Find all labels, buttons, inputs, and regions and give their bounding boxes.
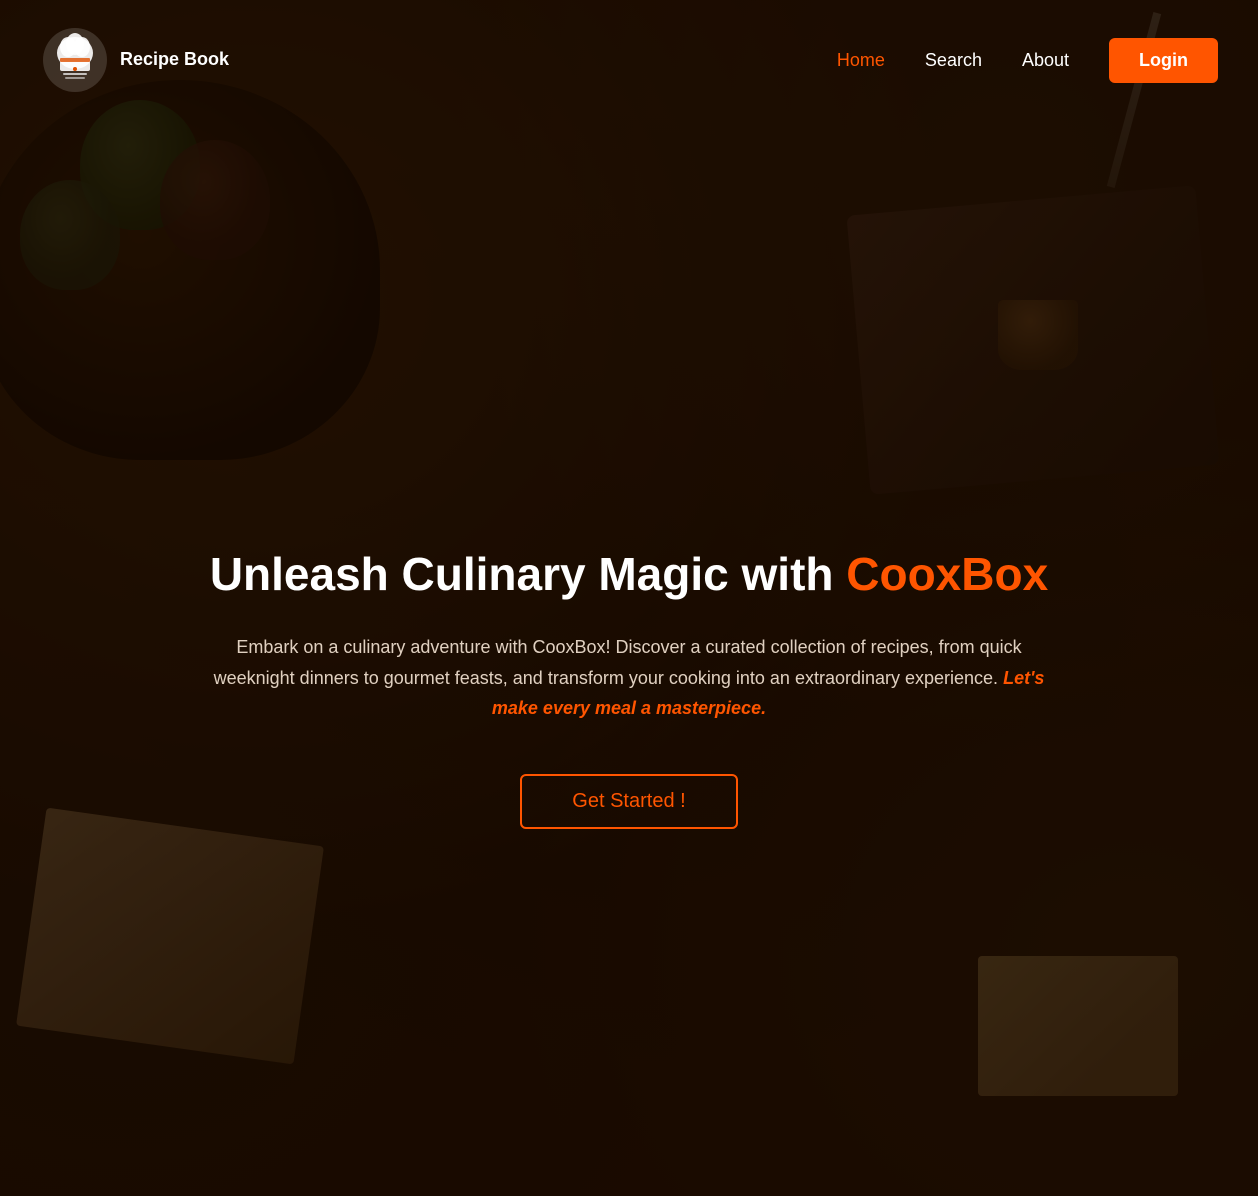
logo-text: Recipe Book	[120, 49, 229, 71]
logo: Recipe Book	[40, 25, 229, 95]
nav-search[interactable]: Search	[925, 50, 982, 71]
nav-links: Home Search About Login	[837, 38, 1218, 83]
hero-title-highlight: CooxBox	[846, 548, 1048, 600]
hero-description: Embark on a culinary adventure with Coox…	[204, 632, 1054, 724]
nav-about[interactable]: About	[1022, 50, 1069, 71]
login-button[interactable]: Login	[1109, 38, 1218, 83]
nav-home[interactable]: Home	[837, 50, 885, 71]
navbar: Recipe Book Home Search About Login	[0, 0, 1258, 120]
hero-content: Unleash Culinary Magic with CooxBox Emba…	[0, 180, 1258, 1196]
logo-icon	[40, 25, 110, 95]
get-started-button[interactable]: Get Started !	[520, 774, 737, 829]
hero-title-part1: Unleash Culinary Magic with	[210, 548, 846, 600]
hero-title: Unleash Culinary Magic with CooxBox	[210, 547, 1048, 602]
hero-section: Recipe Book Home Search About Login Unle…	[0, 0, 1258, 1196]
hero-description-text: Embark on a culinary adventure with Coox…	[214, 637, 1022, 688]
